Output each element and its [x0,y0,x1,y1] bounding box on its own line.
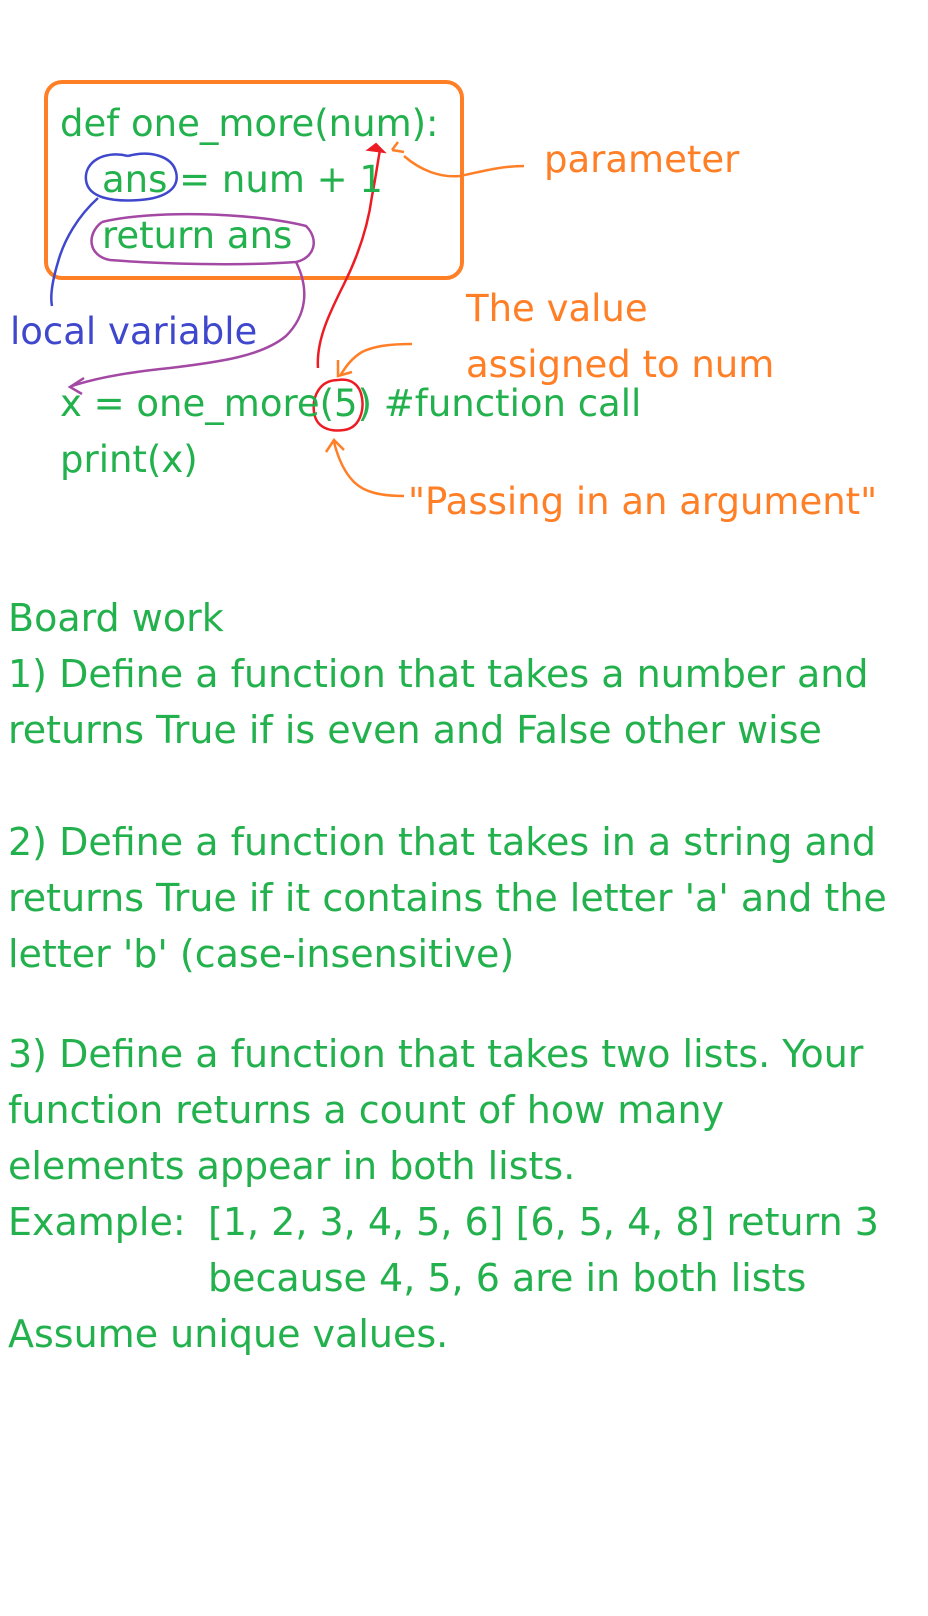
question-3-line-1: 3) Define a function that takes two list… [8,1032,864,1076]
value-label-line1: The value [466,287,648,330]
code-line-print: print(x) [60,438,198,481]
question-3-line-3: elements appear in both lists. [8,1144,576,1188]
assumption-line: Assume unique values. [8,1312,449,1356]
value-label-line2: assigned to num [466,343,775,386]
example-line-2: because 4, 5, 6 are in both lists [208,1256,807,1300]
code-line-def: def one_more(num): [60,102,439,145]
question-2-line-3: letter 'b' (case-insensitive) [8,932,515,976]
local-variable-pointer [50,197,99,307]
code-line-assign: ans = num + 1 [102,158,383,201]
question-1-line-1: 1) Define a function that takes a number… [8,652,869,696]
board-heading: Board work [8,596,224,640]
argument-arrow [332,441,405,498]
question-2-line-1: 2) Define a function that takes in a str… [8,820,876,864]
question-1-line-2: returns True if is even and False other … [8,708,822,752]
argument-label: "Passing in an argument" [408,480,878,523]
question-2-line-2: returns True if it contains the letter '… [8,876,887,920]
parameter-label: parameter [544,138,740,181]
code-line-return: return ans [102,214,293,257]
example-label: Example: [8,1200,186,1244]
local-variable-label: local variable [10,310,258,353]
question-3-line-2: function returns a count of how many [8,1088,725,1132]
example-line-1: [1, 2, 3, 4, 5, 6] [6, 5, 4, 8] return 3 [208,1200,879,1244]
